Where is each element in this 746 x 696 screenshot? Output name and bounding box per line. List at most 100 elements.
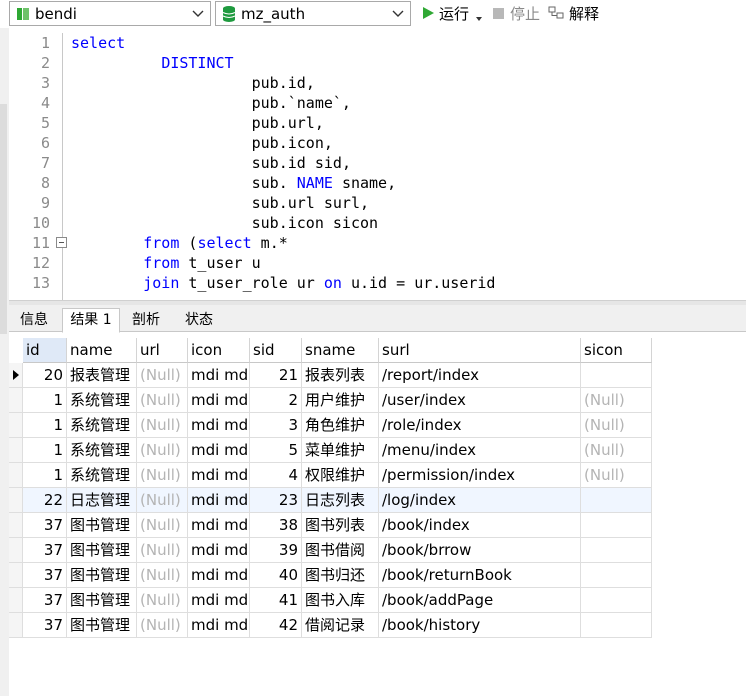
code-line[interactable]: 5 pub.url, (9, 113, 746, 133)
table-row[interactable]: 1 系统管理 (Null) mdi mdi 2 用户维护/user/index (Null) (9, 388, 652, 413)
row-selector[interactable] (9, 538, 23, 563)
cell-sicon[interactable]: (Null) (581, 413, 652, 438)
cell-id[interactable]: 1 (23, 388, 67, 413)
cell-sicon[interactable] (581, 613, 652, 638)
cell-icon[interactable]: mdi mdi (188, 463, 250, 488)
cell-sname[interactable]: 借阅记录 (302, 613, 379, 638)
cell-sid[interactable]: 23 (250, 488, 302, 513)
cell-url[interactable]: (Null) (137, 363, 188, 388)
cell-icon[interactable]: mdi mdi (188, 438, 250, 463)
column-header-url[interactable]: url (137, 338, 188, 363)
cell-surl[interactable]: /book/history (379, 613, 581, 638)
column-header-surl[interactable]: surl (379, 338, 581, 363)
cell-url[interactable]: (Null) (137, 588, 188, 613)
cell-name[interactable]: 图书管理 (67, 588, 137, 613)
cell-id[interactable]: 37 (23, 538, 67, 563)
cell-url[interactable]: (Null) (137, 513, 188, 538)
column-header-sicon[interactable]: sicon (581, 338, 652, 363)
cell-surl[interactable]: /book/returnBook (379, 563, 581, 588)
code-line[interactable]: 6 pub.icon, (9, 133, 746, 153)
row-selector[interactable] (9, 513, 23, 538)
row-selector[interactable] (9, 588, 23, 613)
row-selector[interactable] (9, 363, 23, 388)
connection-select[interactable]: bendi (9, 1, 211, 26)
cell-icon[interactable]: mdi mdi (188, 613, 250, 638)
cell-name[interactable]: 系统管理 (67, 388, 137, 413)
cell-id[interactable]: 37 (23, 613, 67, 638)
table-row[interactable]: 20 报表管理 (Null) mdi mdi 21 报表列表/report/index (9, 363, 652, 388)
cell-url[interactable]: (Null) (137, 538, 188, 563)
table-row[interactable]: 37 图书管理 (Null) mdi mdi 40 图书归还/book/returnBoo… (9, 563, 652, 588)
cell-sicon[interactable] (581, 588, 652, 613)
code-line[interactable]: 2 DISTINCT (9, 53, 746, 73)
cell-name[interactable]: 系统管理 (67, 438, 137, 463)
row-selector[interactable] (9, 413, 23, 438)
cell-surl[interactable]: /permission/index (379, 463, 581, 488)
cell-name[interactable]: 日志管理 (67, 488, 137, 513)
cell-sicon[interactable] (581, 513, 652, 538)
cell-icon[interactable]: mdi mdi (188, 588, 250, 613)
cell-id[interactable]: 37 (23, 513, 67, 538)
cell-sname[interactable]: 角色维护 (302, 413, 379, 438)
tab-result-1[interactable]: 结果 1 (62, 308, 120, 333)
cell-sid[interactable]: 5 (250, 438, 302, 463)
column-header-icon[interactable]: icon (188, 338, 250, 363)
cell-sid[interactable]: 40 (250, 563, 302, 588)
code-line[interactable]: 1 select (9, 33, 746, 53)
cell-sname[interactable]: 图书借阅 (302, 538, 379, 563)
column-header-name[interactable]: name (67, 338, 137, 363)
cell-sname[interactable]: 日志列表 (302, 488, 379, 513)
cell-sid[interactable]: 2 (250, 388, 302, 413)
code-line[interactable]: 9 sub.url surl, (9, 193, 746, 213)
cell-name[interactable]: 系统管理 (67, 413, 137, 438)
cell-sicon[interactable] (581, 488, 652, 513)
tab-info[interactable]: 信息 (9, 308, 59, 332)
cell-id[interactable]: 1 (23, 438, 67, 463)
cell-sname[interactable]: 用户维护 (302, 388, 379, 413)
cell-id[interactable]: 37 (23, 563, 67, 588)
cell-sname[interactable]: 图书入库 (302, 588, 379, 613)
cell-id[interactable]: 22 (23, 488, 67, 513)
cell-icon[interactable]: mdi mdi (188, 388, 250, 413)
code-line[interactable]: 4 pub.`name`, (9, 93, 746, 113)
row-selector[interactable] (9, 613, 23, 638)
cell-url[interactable]: (Null) (137, 463, 188, 488)
database-select[interactable]: mz_auth (215, 1, 411, 26)
stop-button[interactable]: 停止 (491, 2, 540, 24)
table-row[interactable]: 1 系统管理 (Null) mdi mdi 5 菜单维护/menu/index (Null) (9, 438, 652, 463)
cell-id[interactable]: 1 (23, 413, 67, 438)
cell-url[interactable]: (Null) (137, 413, 188, 438)
cell-sid[interactable]: 4 (250, 463, 302, 488)
cell-icon[interactable]: mdi mdi (188, 363, 250, 388)
code-line[interactable]: 10 sub.icon sicon (9, 213, 746, 233)
cell-sicon[interactable]: (Null) (581, 463, 652, 488)
cell-sicon[interactable] (581, 563, 652, 588)
cell-url[interactable]: (Null) (137, 488, 188, 513)
cell-icon[interactable]: mdi mdi (188, 513, 250, 538)
cell-sid[interactable]: 42 (250, 613, 302, 638)
row-selector[interactable] (9, 388, 23, 413)
cell-name[interactable]: 报表管理 (67, 363, 137, 388)
tab-profile[interactable]: 剖析 (120, 308, 172, 332)
cell-sid[interactable]: 21 (250, 363, 302, 388)
column-header-id[interactable]: id (23, 338, 67, 363)
cell-surl[interactable]: /report/index (379, 363, 581, 388)
code-line[interactable]: 3 pub.id, (9, 73, 746, 93)
code-line[interactable]: 11 from (select m.* (9, 233, 746, 253)
cell-id[interactable]: 37 (23, 588, 67, 613)
run-dropdown-icon[interactable] (475, 9, 483, 21)
cell-icon[interactable]: mdi mdi (188, 413, 250, 438)
cell-sname[interactable]: 图书列表 (302, 513, 379, 538)
cell-sid[interactable]: 38 (250, 513, 302, 538)
code-line[interactable]: 7 sub.id sid, (9, 153, 746, 173)
table-row[interactable]: 37 图书管理 (Null) mdi mdi 38 图书列表/book/index (9, 513, 652, 538)
table-row[interactable]: 1 系统管理 (Null) mdi mdi 4 权限维护/permission/index… (9, 463, 652, 488)
cell-surl[interactable]: /menu/index (379, 438, 581, 463)
cell-name[interactable]: 图书管理 (67, 563, 137, 588)
cell-id[interactable]: 20 (23, 363, 67, 388)
cell-sicon[interactable] (581, 363, 652, 388)
run-button[interactable]: 运行 (420, 2, 483, 24)
table-row[interactable]: 37 图书管理 (Null) mdi mdi 41 图书入库/book/addPage (9, 588, 652, 613)
cell-name[interactable]: 图书管理 (67, 613, 137, 638)
cell-surl[interactable]: /user/index (379, 388, 581, 413)
